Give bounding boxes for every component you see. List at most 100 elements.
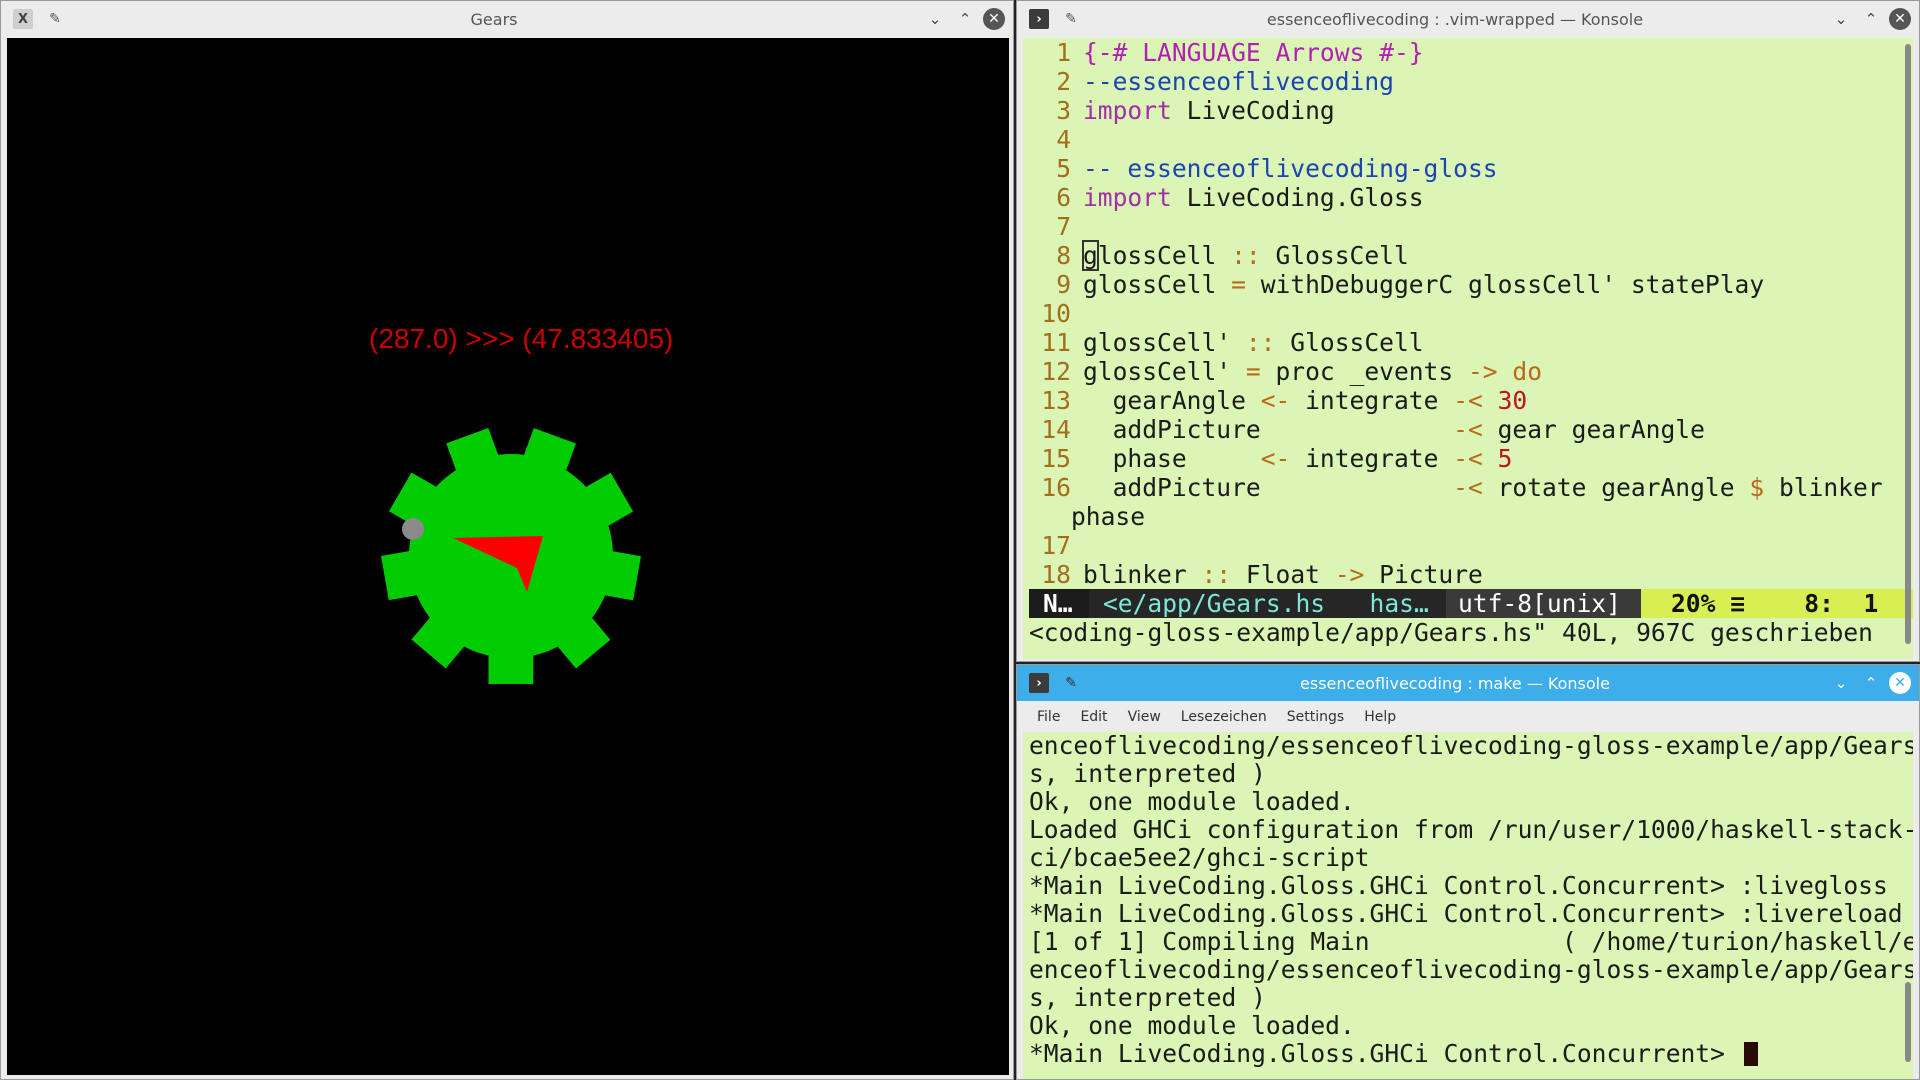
code-token: blinker (1764, 473, 1883, 502)
close-button[interactable]: ✕ (1889, 672, 1911, 694)
menu-file[interactable]: File (1037, 709, 1060, 725)
code-line[interactable]: 7 (1023, 212, 1913, 241)
code-text: phase (1071, 502, 1145, 531)
code-line[interactable]: 4 (1023, 125, 1913, 154)
line-number: 10 (1041, 299, 1071, 328)
menu-edit[interactable]: Edit (1080, 709, 1107, 725)
output-line: Ok, one module loaded. (1029, 1011, 1355, 1040)
line-number: 14 (1041, 415, 1071, 444)
minimize-button[interactable]: ⌄ (1829, 671, 1853, 695)
output-line: [1 of 1] Compiling Main ( /home/turion/h… (1029, 927, 1913, 956)
code-line[interactable]: phase (1023, 502, 1913, 531)
code-text: import LiveCoding.Gloss (1083, 183, 1424, 212)
maximize-button[interactable]: ⌃ (1859, 7, 1883, 31)
code-line[interactable]: 11 glossCell' :: GlossCell (1023, 328, 1913, 357)
text-cursor (1743, 1042, 1758, 1066)
code-token: withDebuggerC glossCell' statePlay (1245, 270, 1765, 299)
window-title: essenceoflivecoding : .vim-wrapped — Kon… (1266, 9, 1644, 29)
code-token: addPicture (1083, 473, 1454, 502)
maximize-button[interactable]: ⌃ (953, 7, 977, 31)
output-lines: enceoflivecoding/essenceoflivecoding-glo… (1029, 732, 1913, 1040)
line-number: 7 (1056, 212, 1071, 241)
code-line[interactable]: 5 -- essenceoflivecoding-gloss (1023, 154, 1913, 183)
pin-icon[interactable]: ✎ (1061, 673, 1081, 693)
line-number: 11 (1041, 328, 1071, 357)
close-button[interactable]: ✕ (983, 8, 1005, 30)
terminal-icon[interactable]: › (1029, 9, 1049, 29)
window-title: essenceoflivecoding : make — Konsole (1300, 673, 1610, 693)
terminal-icon[interactable]: › (1029, 673, 1049, 693)
code-text: addPicture -< gear gearAngle (1083, 415, 1705, 444)
line-number: 5 (1056, 154, 1071, 183)
code-text: glossCell :: GlossCell (1082, 240, 1409, 271)
code-token: addPicture (1083, 415, 1454, 444)
pin-icon[interactable]: ✎ (45, 9, 65, 29)
maximize-button[interactable]: ⌃ (1859, 671, 1883, 695)
vim-konsole-window: › ✎ essenceoflivecoding : .vim-wrapped —… (1016, 0, 1920, 662)
code-token: integrate (1290, 386, 1454, 415)
code-line[interactable]: 8 glossCell :: GlossCell (1023, 240, 1913, 271)
menu-bar: File Edit View Lesezeichen Settings Help (1023, 703, 1913, 731)
line-number: 6 (1056, 183, 1071, 212)
code-line[interactable]: 17 (1023, 531, 1913, 560)
output-line: ci/bcae5ee2/ghci-script (1029, 843, 1370, 872)
code-line[interactable]: 10 (1023, 299, 1913, 328)
gears-titlebar[interactable]: X ✎ Gears ⌄ ⌃ ✕ (1, 1, 1013, 37)
menu-settings[interactable]: Settings (1287, 709, 1344, 725)
minimize-button[interactable]: ⌄ (923, 7, 947, 31)
code-token: <- (1260, 386, 1291, 415)
make-titlebar[interactable]: › ✎ essenceoflivecoding : make — Konsole… (1017, 665, 1919, 701)
code-text: addPicture -< rotate gearAngle $ blinker (1083, 473, 1883, 502)
code-line[interactable]: 14 addPicture -< gear gearAngle (1023, 415, 1913, 444)
code-line[interactable]: 1 {-# LANGUAGE Arrows #-} (1023, 38, 1913, 67)
line-number: 8 (1056, 241, 1071, 270)
code-token: gearAngle (1083, 386, 1261, 415)
code-line[interactable]: 6 import LiveCoding.Gloss (1023, 183, 1913, 212)
pin-icon[interactable]: ✎ (1061, 9, 1081, 29)
line-number: 4 (1056, 125, 1071, 154)
code-line[interactable]: 13 gearAngle <- integrate -< 30 (1023, 386, 1913, 415)
code-line[interactable]: 3 import LiveCoding (1023, 96, 1913, 125)
code-token: 30 (1482, 386, 1528, 415)
code-text: phase <- integrate -< 5 (1083, 444, 1513, 473)
code-token: LiveCoding (1171, 96, 1335, 125)
output-line: Ok, one module loaded. (1029, 787, 1355, 816)
gears-window: X ✎ Gears ⌄ ⌃ ✕ (287.0) >>> (47.833405) (0, 0, 1014, 1080)
vim-titlebar[interactable]: › ✎ essenceoflivecoding : .vim-wrapped —… (1017, 1, 1919, 37)
minimize-button[interactable]: ⌄ (1829, 7, 1853, 31)
output-line: *Main LiveCoding.Gloss.GHCi Control.Conc… (1029, 899, 1903, 928)
code-token: phase (1071, 502, 1146, 531)
menu-view[interactable]: View (1128, 709, 1161, 725)
vim-mode: N… (1029, 589, 1089, 618)
window-title: Gears (470, 9, 518, 29)
code-token: phase (1083, 444, 1261, 473)
line-number: 9 (1056, 270, 1071, 299)
gloss-canvas[interactable]: (287.0) >>> (47.833405) (7, 38, 1009, 1075)
x-app-icon[interactable]: X (13, 9, 33, 29)
code-token: lossCell (1097, 241, 1232, 270)
code-line[interactable]: 12 glossCell' = proc _events -> do (1023, 357, 1913, 386)
code-text: -- essenceoflivecoding-gloss (1083, 154, 1498, 183)
line-number: 3 (1056, 96, 1071, 125)
code-line[interactable]: 16 addPicture -< rotate gearAngle $ blin… (1023, 473, 1913, 502)
scrollbar[interactable] (1905, 982, 1911, 1062)
line-number: 2 (1056, 67, 1071, 96)
close-button[interactable]: ✕ (1889, 8, 1911, 30)
menu-bookmarks[interactable]: Lesezeichen (1181, 709, 1267, 725)
code-token: blinker (1083, 560, 1202, 589)
code-token: :: (1201, 560, 1232, 589)
vim-editor[interactable]: 1 {-# LANGUAGE Arrows #-} 2 --essenceoflive… (1023, 38, 1913, 659)
code-text: glossCell = withDebuggerC glossCell' sta… (1083, 270, 1764, 299)
gear-scene: (287.0) >>> (47.833405) (369, 323, 673, 685)
code-line[interactable]: 2 --essenceoflivecoding (1023, 67, 1913, 96)
code-token: Picture (1364, 560, 1483, 589)
terminal-output[interactable]: enceoflivecoding/essenceoflivecoding-glo… (1023, 732, 1913, 1079)
code-line[interactable]: 15 phase <- integrate -< 5 (1023, 444, 1913, 473)
code-line[interactable]: 18 blinker :: Float -> Picture (1023, 560, 1913, 589)
prompt-line[interactable]: *Main LiveCoding.Gloss.GHCi Control.Conc… (1029, 1040, 1913, 1068)
menu-help[interactable]: Help (1364, 709, 1396, 725)
scrollbar[interactable] (1905, 44, 1911, 644)
code-token: :: (1245, 328, 1276, 357)
code-line[interactable]: 9 glossCell = withDebuggerC glossCell' st… (1023, 270, 1913, 299)
code-token: -< (1453, 386, 1483, 415)
